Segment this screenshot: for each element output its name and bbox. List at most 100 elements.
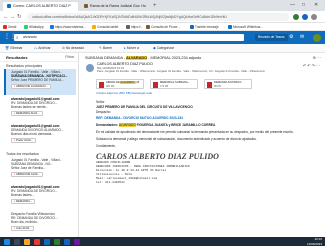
subject-actions: ⊕ ⋯ [313, 55, 321, 61]
sender-block: CARLOS ALBERTO DIAZ PULIDO Mié 14/06/202… [97, 62, 277, 74]
teams-icon[interactable] [74, 238, 80, 245]
message-subject: SUBSANA DEMANDA - ALVARADO - MEMORIAL 20… [85, 56, 202, 60]
delete-button[interactable]: 🗑Eliminar [5, 44, 23, 53]
reload-icon[interactable]: ↻ [17, 13, 22, 22]
zoom-icon[interactable]: ⊕ [313, 55, 316, 60]
gmail-icon [3, 25, 7, 29]
bookmark-consulta-procesos[interactable]: Consulta de Proce... [146, 23, 180, 31]
file-explorer-icon[interactable] [24, 238, 30, 245]
forward-icon[interactable]: → [10, 13, 16, 22]
rama-favicon-icon [84, 3, 88, 8]
pdf-icon: ▪ [14, 225, 15, 230]
account-avatar[interactable] [313, 34, 321, 42]
extension-icon[interactable] [293, 13, 299, 20]
list-item[interactable]: alvarado/juzgado01@gmail.com RV: DEMANDA… [4, 184, 76, 210]
sweep-button[interactable]: ✎Barrer [99, 44, 112, 53]
minimize-icon[interactable]: — [290, 0, 295, 11]
list-item[interactable]: Juzgado 01 Familia - Valle - Villavi... … [4, 69, 76, 95]
pdf-icon [153, 82, 158, 88]
settings-icon[interactable]: ⚙ [289, 34, 293, 41]
list-item[interactable]: Despacho Familia Villavicencio RE: DEMAN… [4, 211, 76, 237]
bookmark-gmail[interactable]: Gmail [3, 23, 16, 31]
start-icon[interactable] [4, 238, 10, 245]
outlook-favicon-icon [7, 3, 11, 8]
body-paragraph: En mi calidad de apoderado del demandant… [96, 129, 294, 134]
system-clock[interactable]: 10:16 14/06/2023 [307, 237, 322, 246]
close-window-icon[interactable]: ✕ [314, 0, 318, 11]
back-icon[interactable]: ← [3, 13, 9, 22]
mail-icon [190, 25, 194, 29]
search-input[interactable]: alvarado [23, 34, 37, 41]
attachment-chip[interactable]: ▪DEMANDA ALVA... [11, 110, 43, 116]
list-item[interactable]: alvarado/juzgado01@gmail.com DEMANDA DIV… [4, 123, 76, 149]
attachment-card[interactable]: MEMORIAL SUBSANA... 174 KB [150, 79, 198, 89]
list-item[interactable]: alvarado/juzgado01@gmail.com RV: DEMANDA… [4, 96, 76, 122]
attachment-card[interactable]: DEMANDA DIVORCIO... 98 KB [204, 79, 252, 89]
body-paragraph: Subsano la demanda y allego memorial de … [96, 136, 257, 141]
teams-meeting-button[interactable]: Reunión de Teams [255, 34, 288, 41]
bookmark-https[interactable]: https://... [126, 23, 143, 31]
pdf-icon: ▪ [14, 198, 15, 203]
move-to-button[interactable]: ▸Mover a [124, 44, 139, 53]
tab-outlook-mail[interactable]: Correo: CARLOS ALBERTO DIAZ P [3, 2, 78, 11]
results-title: Resultados [6, 55, 28, 60]
attachment-chip[interactable]: ▪ABRAN DE ALVA... [11, 171, 43, 177]
rama-icon [146, 25, 150, 29]
outlook-header: ⋮⋮ ⌕ alvarado Reunión de Teams ⚙ ✉ [0, 31, 325, 44]
attachment-chip[interactable]: ▪Poder ALVA... [11, 137, 37, 143]
sender-avatar[interactable] [86, 64, 94, 72]
bookmark-consulta-tablet[interactable]: Consulta tablet [92, 23, 118, 31]
excel-icon[interactable] [54, 238, 60, 245]
top-results-section: Resultados principales [6, 64, 43, 68]
pdf-icon: ▪ [14, 110, 15, 115]
pdf-icon [99, 82, 104, 88]
signature-line: Cel: 311-2493521 [96, 180, 125, 184]
all-results-section: Todos los resultados [6, 152, 39, 156]
recipients-line: Para: Juzgado 01 Familia - Valle - Villa… [97, 70, 265, 74]
attachment-card[interactable]: ABRAN DE ALVARADO.pdf 280 KB [96, 79, 144, 89]
bookmark-whiteboard[interactable]: Microsoft Whiteboa... [228, 23, 263, 31]
outlook-taskbar-icon[interactable] [44, 238, 50, 245]
parties-line: Demandantes: ALVARADO FIGUEROA JUANITA y… [96, 123, 216, 128]
greeting: Señor [96, 100, 105, 104]
filter-button[interactable]: Filtrar [65, 53, 74, 62]
search-box[interactable]: ⌕ alvarado [14, 34, 244, 41]
archive-button[interactable]: ▭Archivar [34, 44, 51, 53]
maximize-icon[interactable]: □ [302, 0, 305, 11]
attachment-chip[interactable]: ▪DEMANDA... [11, 198, 36, 204]
department: Despacho [96, 109, 111, 114]
attachment-chip[interactable]: ▪ABRAN DE ALVARADO... [11, 83, 52, 89]
list-item[interactable]: Juzgado 01 Familia - Valle - Villavi... … [4, 157, 76, 183]
bookmark-whatsapp[interactable]: WhatsApp [24, 23, 44, 31]
tab-title: Correo: CARLOS ALBERTO DIAZ P [13, 4, 71, 8]
attachments-row: ABRAN DE ALVARADO.pdf 280 KB MEMORIAL SU… [96, 79, 316, 89]
notifications-icon[interactable]: ✉ [300, 34, 304, 41]
tab-title: Rama de la Rama Judicial Gov. Ho [90, 4, 146, 8]
word-icon[interactable] [64, 238, 70, 245]
tag-icon: ◆ [153, 46, 156, 50]
tab-rama-judicial[interactable]: Rama de la Rama Judicial Gov. Ho [80, 2, 150, 11]
search-taskbar-icon[interactable] [14, 238, 20, 245]
profile-icon[interactable] [302, 13, 308, 20]
reference-line: REF: DEMANDA - DIVORCIO MUTUO ACUERDO 20… [96, 116, 183, 121]
folder-icon [92, 25, 96, 29]
taskbar: 10:16 14/06/2023 [0, 237, 325, 246]
url-field[interactable]: outlook.office.com/mail/inbox/id/AAQkAGJ… [27, 13, 289, 21]
more-actions-icon[interactable]: ⋯ [316, 63, 321, 68]
attachment-chip[interactable]: ▪Auto ALVA... [11, 225, 35, 231]
pdf-icon: ▪ [14, 83, 15, 88]
junk-button[interactable]: ⊘No deseado [62, 44, 84, 53]
browser-menu-icon[interactable] [311, 13, 317, 20]
more-icon[interactable]: ⋯ [317, 55, 321, 60]
new-tab-button[interactable]: + [153, 2, 157, 10]
signature-name: CARLOS ALBERTO DIAZ PULIDO [96, 151, 219, 161]
bookmark-tramite[interactable]: Tramite mensaje [190, 23, 219, 31]
attachments-summary[interactable]: 3 datos adjuntos (552 KB) Descargar todo [96, 91, 152, 95]
browser-tab-bar: Correo: CARLOS ALBERTO DIAZ P Rama de la… [0, 0, 325, 11]
message-list: Resultados Filtrar Resultados principale… [0, 53, 79, 237]
bookmark-sistema[interactable]: https://www.sistema... [50, 23, 86, 31]
bookmarks-bar: Gmail WhatsApp https://www.sistema... Co… [0, 23, 325, 31]
pdf-icon: ▪ [14, 137, 15, 142]
categorize-button[interactable]: ◆Categorizar [153, 44, 174, 53]
chrome-icon[interactable] [34, 238, 40, 245]
